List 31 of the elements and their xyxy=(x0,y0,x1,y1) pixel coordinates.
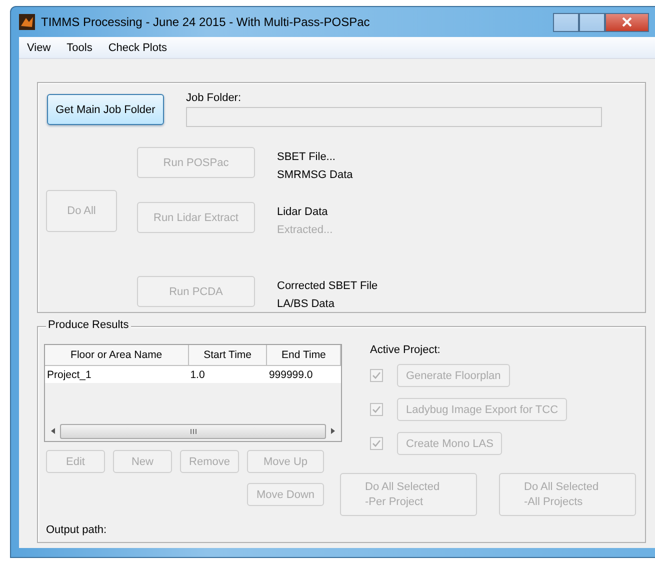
output-label: SMRMSG Data xyxy=(277,169,354,181)
output-label: Extracted... xyxy=(277,224,334,236)
active-project-label: Active Project: xyxy=(370,344,442,356)
window-title: TIMMS Processing - June 24 2015 - With Multi-Pass-POSPac xyxy=(41,15,370,29)
app-icon xyxy=(19,14,35,30)
column-header[interactable]: Floor or Area Name xyxy=(45,345,188,366)
left-arrow-icon[interactable] xyxy=(51,428,55,434)
menu-item[interactable]: View xyxy=(27,42,51,54)
get-main-job-folder-button[interactable]: Get Main Job Folder xyxy=(47,94,164,125)
project-table[interactable]: Floor or Area Name Start Time End Time Project_1 1.0 999999.0 xyxy=(44,344,342,442)
output-label: LA/BS Data xyxy=(277,298,336,310)
menu-item[interactable]: Tools xyxy=(66,42,92,54)
scroll-thumb[interactable] xyxy=(60,424,326,438)
panel-title: Produce Results xyxy=(46,319,131,331)
close-icon xyxy=(622,17,632,27)
output-path-label: Output path: xyxy=(46,524,107,536)
maximize-button[interactable] xyxy=(579,12,605,32)
output-label: Corrected SBET File xyxy=(277,280,379,292)
output-label: Lidar Data xyxy=(277,206,329,218)
column-header[interactable]: Start Time xyxy=(188,345,267,366)
grip-icon xyxy=(190,428,196,434)
table-cell: 1.0 xyxy=(188,366,267,383)
close-button[interactable] xyxy=(605,12,649,32)
menu-item[interactable]: Check Plots xyxy=(108,42,168,54)
output-label: SBET File... xyxy=(277,151,336,163)
column-header[interactable]: End Time xyxy=(266,345,340,366)
table-cell: 999999.0 xyxy=(266,366,340,383)
minimize-button[interactable] xyxy=(553,12,579,32)
table-cell: Project_1 xyxy=(45,366,188,383)
right-arrow-icon[interactable] xyxy=(331,428,335,434)
job-folder-label: Job Folder: xyxy=(186,92,242,104)
